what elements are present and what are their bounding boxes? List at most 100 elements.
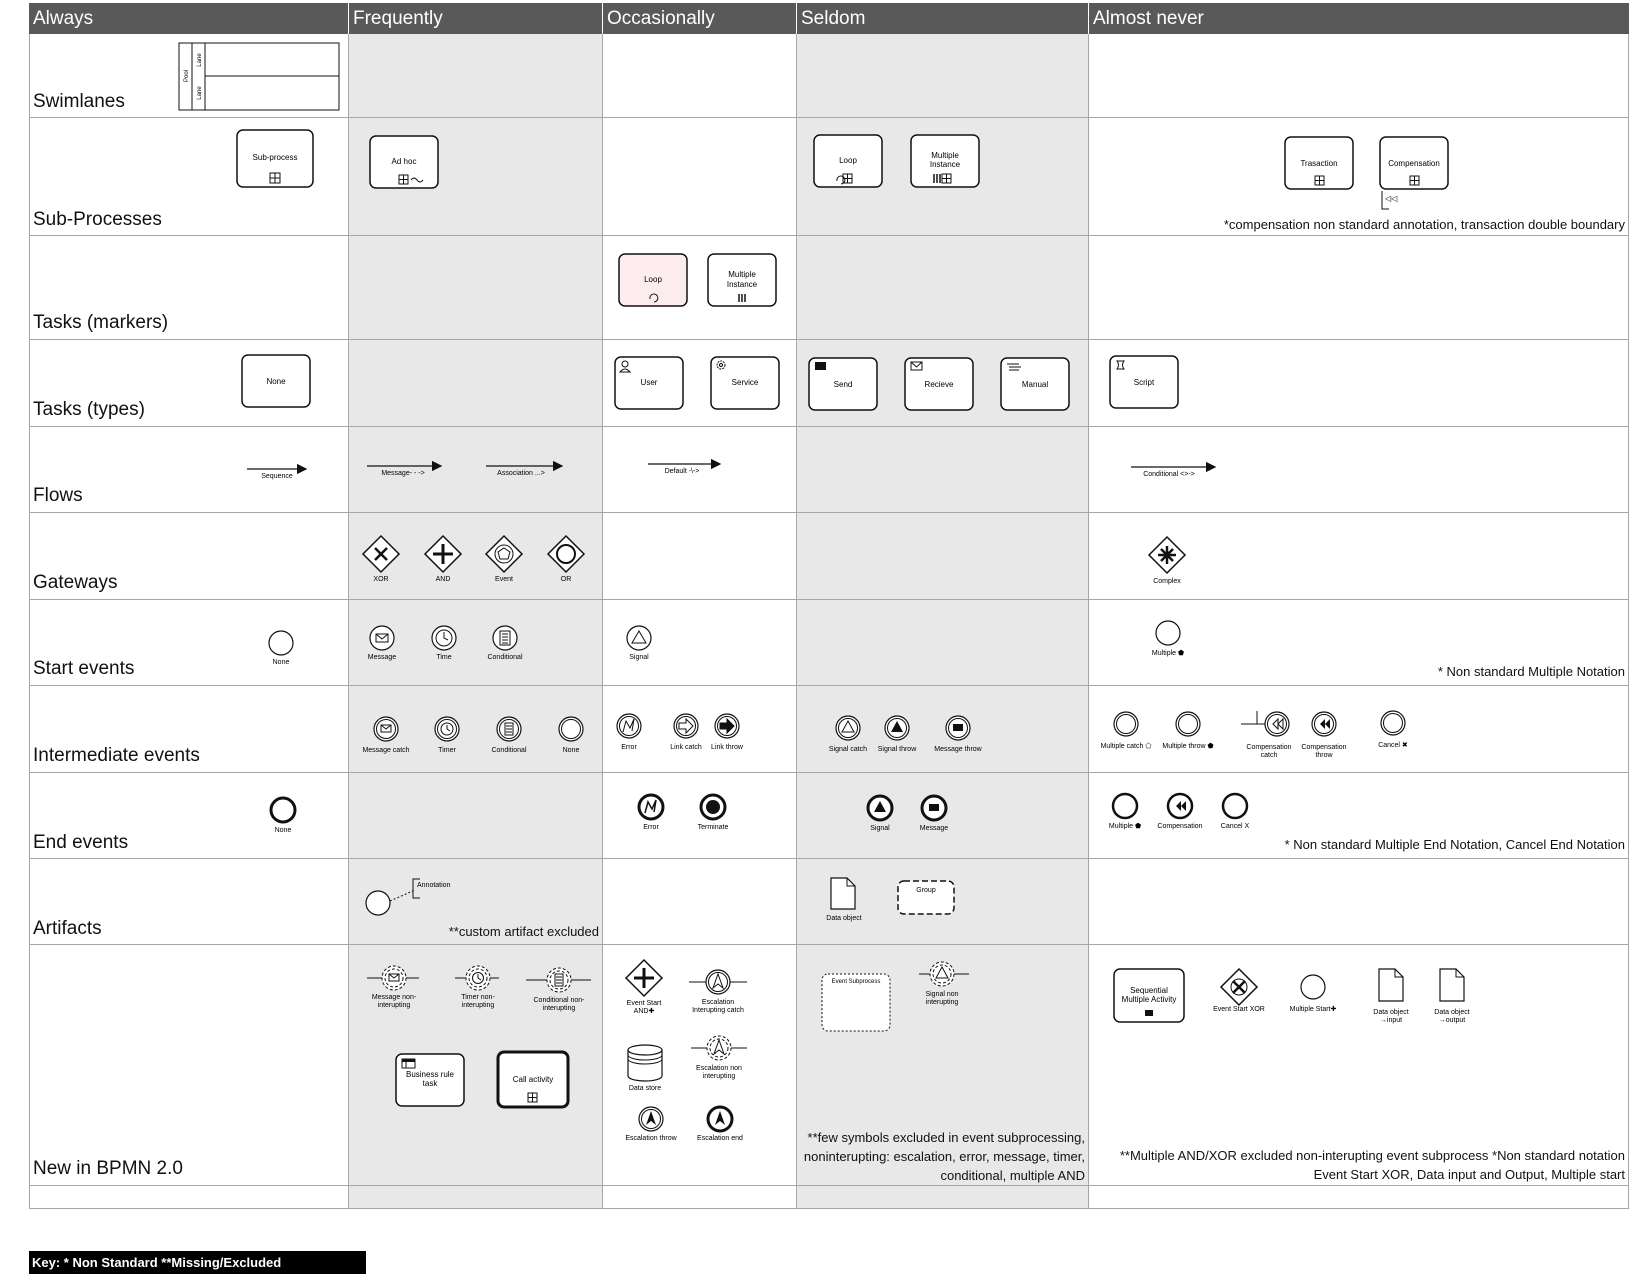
signal-nonint-label-1: Signal non [925, 991, 958, 998]
cancel-end-event-symbol: Cancel X [1221, 792, 1250, 830]
message-flow-symbol: Message- - -> [367, 460, 443, 477]
compensation-catch-intermediate-symbol: Compensation catch [1241, 711, 1292, 759]
int-comp-throw-label-2: throw [1315, 752, 1333, 759]
annotation-label: Annotation [417, 882, 451, 889]
conditional-start-event-symbol: Conditional [487, 625, 523, 661]
start-message-label: Message [368, 654, 397, 661]
conditional-intermediate-symbol: Conditional [491, 716, 527, 754]
end-message-label: Message [920, 825, 949, 832]
start-conditional-label: Conditional [487, 654, 522, 661]
task-mi-label-2: Instance [727, 280, 758, 289]
data-input-label-2: →input [1380, 1017, 1402, 1024]
int-error-label: Error [621, 744, 637, 751]
start-time-label: Time [436, 654, 451, 661]
ad-hoc-label: Ad hoc [392, 157, 417, 166]
int-multiple-catch-label: Multiple catch ⬠ [1101, 742, 1152, 750]
data-store-label: Data store [629, 1085, 661, 1092]
association-flow-symbol: Association ...> [486, 460, 564, 477]
business-rule-label-2: task [423, 1079, 439, 1088]
send-task-symbol: Send [808, 357, 878, 411]
int-timer-label: Timer [438, 747, 456, 754]
error-end-event-symbol: Error [637, 793, 665, 831]
receive-task-label: Recieve [925, 380, 954, 389]
complex-gateway-symbol: Complex [1147, 535, 1187, 585]
event-gateway-symbol: Event [484, 534, 524, 583]
default-flow-symbol: Default -\-> [648, 458, 722, 475]
timer-start-event-symbol: Time [431, 625, 457, 661]
data-output-symbol: Data object →output [1434, 968, 1470, 1024]
multiple-end-event-symbol: Multiple ⬟ [1109, 792, 1141, 830]
data-input-symbol: Data object →input [1373, 968, 1409, 1024]
signal-nonint-label-2: interupting [926, 999, 959, 1006]
compensation-throw-intermediate-symbol: Compensation throw [1301, 711, 1347, 759]
event-subprocess-label: Event Subprocess [832, 979, 881, 985]
none-intermediate-symbol: None [558, 716, 584, 754]
timer-non-interrupting-symbol: Timer non- interupting [455, 965, 499, 1009]
start-signal-label: Signal [629, 654, 649, 661]
terminate-end-event-symbol: Terminate [698, 793, 728, 831]
int-signal-throw-label: Signal throw [878, 746, 917, 753]
int-none-label: None [563, 747, 580, 754]
receive-task-symbol: Recieve [904, 357, 974, 411]
user-task-symbol: User [614, 356, 684, 410]
conditional-flow-symbol: Conditional <>-> [1131, 461, 1217, 478]
loop-sub-process-symbol: Loop [813, 134, 883, 188]
service-task-label: Service [732, 378, 759, 387]
sequential-multiple-activity-symbol: Sequential Multiple Activity [1113, 968, 1185, 1023]
multiple-start-event-symbol: Multiple ⬟ [1152, 620, 1184, 657]
msg-nonint-label-1: Message non- [372, 994, 417, 1001]
multiple-start-plus-symbol: Multiple Start✚ [1290, 974, 1337, 1013]
timer-nonint-label-1: Timer non- [461, 994, 495, 1001]
default-flow-label: Default -\-> [665, 468, 700, 475]
multiple-start-label: Multiple Start✚ [1290, 1005, 1337, 1013]
none-task-label: None [266, 377, 286, 386]
event-start-and-symbol: Event Start AND✚ [624, 958, 664, 1015]
association-label: Association ...> [497, 470, 545, 477]
link-throw-intermediate-symbol: Link throw [711, 713, 744, 751]
task-loop-label: Loop [644, 275, 662, 284]
multiple-instance-sub-process-symbol: Multiple Instance [910, 134, 980, 188]
data-object-symbol: Data object [826, 877, 862, 922]
int-cancel-label: Cancel ✖ [1378, 742, 1408, 749]
int-signal-catch-label: Signal catch [829, 746, 867, 753]
text-annotation-symbol: Annotation [365, 878, 451, 916]
signal-throw-intermediate-symbol: Signal throw [878, 715, 917, 753]
end-none-label: None [275, 827, 292, 834]
lane-label: Lane [197, 53, 203, 67]
multiple-instance-task-symbol: Multiple Instance [707, 253, 777, 307]
escalation-interrupting-catch-symbol: Escalation Interupting catch [689, 969, 747, 1014]
pool-label: Pool [184, 70, 190, 82]
message-flow-label: Message- - -> [381, 470, 424, 477]
esc-int-catch-label-2: Interupting catch [692, 1007, 744, 1014]
xor-label: XOR [373, 576, 388, 583]
manual-task-label: Manual [1022, 380, 1048, 389]
manual-task-symbol: Manual [1000, 357, 1070, 411]
message-non-interrupting-symbol: Message non- interupting [367, 965, 419, 1009]
sequence-flow-symbol: Sequence [247, 463, 308, 480]
sub-process-symbol: Sub-process [236, 129, 314, 188]
message-catch-intermediate-symbol: Message catch [362, 716, 410, 754]
int-message-catch-label: Message catch [362, 747, 409, 754]
service-task-symbol: Service [710, 356, 780, 410]
signal-catch-intermediate-symbol: Signal catch [829, 715, 867, 753]
timer-nonint-label-2: interupting [462, 1002, 495, 1009]
event-gateway-label: Event [495, 576, 513, 583]
and-gateway-symbol: AND [423, 534, 463, 583]
escalation-throw-symbol: Escalation throw [625, 1106, 678, 1142]
bpmn-usage-board: Always Frequently Occasionally Seldom Al… [29, 3, 1629, 1275]
esc-nonint-label-2: interupting [703, 1073, 736, 1080]
compensation-label: Compensation [1388, 159, 1440, 168]
conditional-non-interrupting-symbol: Conditional non- interupting [526, 967, 591, 1012]
int-comp-throw-label-1: Compensation [1301, 744, 1346, 751]
business-rule-label-1: Business rule [406, 1070, 455, 1079]
user-task-label: User [641, 378, 658, 387]
script-task-symbol: Script [1109, 355, 1179, 409]
mi-label-2: Instance [930, 160, 961, 169]
loop-task-symbol: Loop [618, 253, 688, 307]
int-link-catch-label: Link catch [670, 744, 702, 751]
int-comp-catch-label-1: Compensation [1246, 744, 1291, 751]
signal-end-event-symbol: Signal [866, 794, 894, 832]
event-start-xor-label: Event Start XOR [1213, 1006, 1265, 1013]
cond-nonint-label-2: interupting [543, 1005, 576, 1012]
end-error-label: Error [643, 824, 659, 831]
